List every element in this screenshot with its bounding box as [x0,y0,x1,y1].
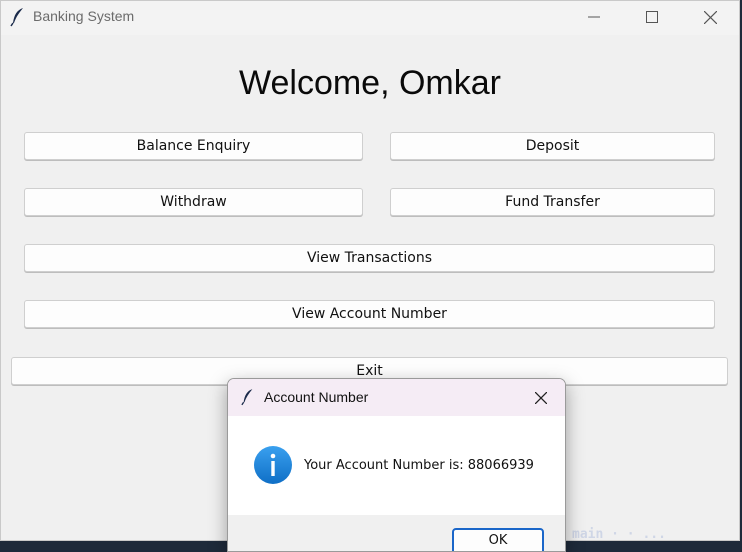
dialog-close-button[interactable] [526,383,556,413]
background-window-text: main · · ... [572,527,666,542]
dialog-title: Account Number [264,389,369,405]
maximize-button[interactable] [623,1,681,33]
withdraw-button[interactable]: Withdraw [24,188,363,216]
close-icon [535,392,547,404]
feather-icon [10,8,23,27]
minimize-button[interactable] [565,1,623,33]
maximize-icon [646,11,658,23]
minimize-icon [588,16,600,18]
feather-icon [241,389,253,406]
window-titlebar[interactable]: Banking System [1,1,739,35]
account-number-dialog: Account Number Your Account Number is: 8… [227,378,566,552]
deposit-button[interactable]: Deposit [390,132,715,160]
dialog-footer: OK [228,515,565,551]
window-title: Banking System [33,8,135,24]
dialog-titlebar[interactable]: Account Number [228,379,565,416]
fund-transfer-button[interactable]: Fund Transfer [390,188,715,216]
close-icon [703,10,717,24]
dialog-body: Your Account Number is: 88066939 [228,416,565,515]
view-account-number-button[interactable]: View Account Number [24,300,715,328]
view-transactions-button[interactable]: View Transactions [24,244,715,272]
dialog-message: Your Account Number is: 88066939 [304,458,534,473]
info-icon [254,446,292,484]
welcome-heading: Welcome, Omkar [239,64,501,102]
balance-enquiry-button[interactable]: Balance Enquiry [24,132,363,160]
close-button[interactable] [681,1,739,33]
ok-button[interactable]: OK [452,528,544,551]
